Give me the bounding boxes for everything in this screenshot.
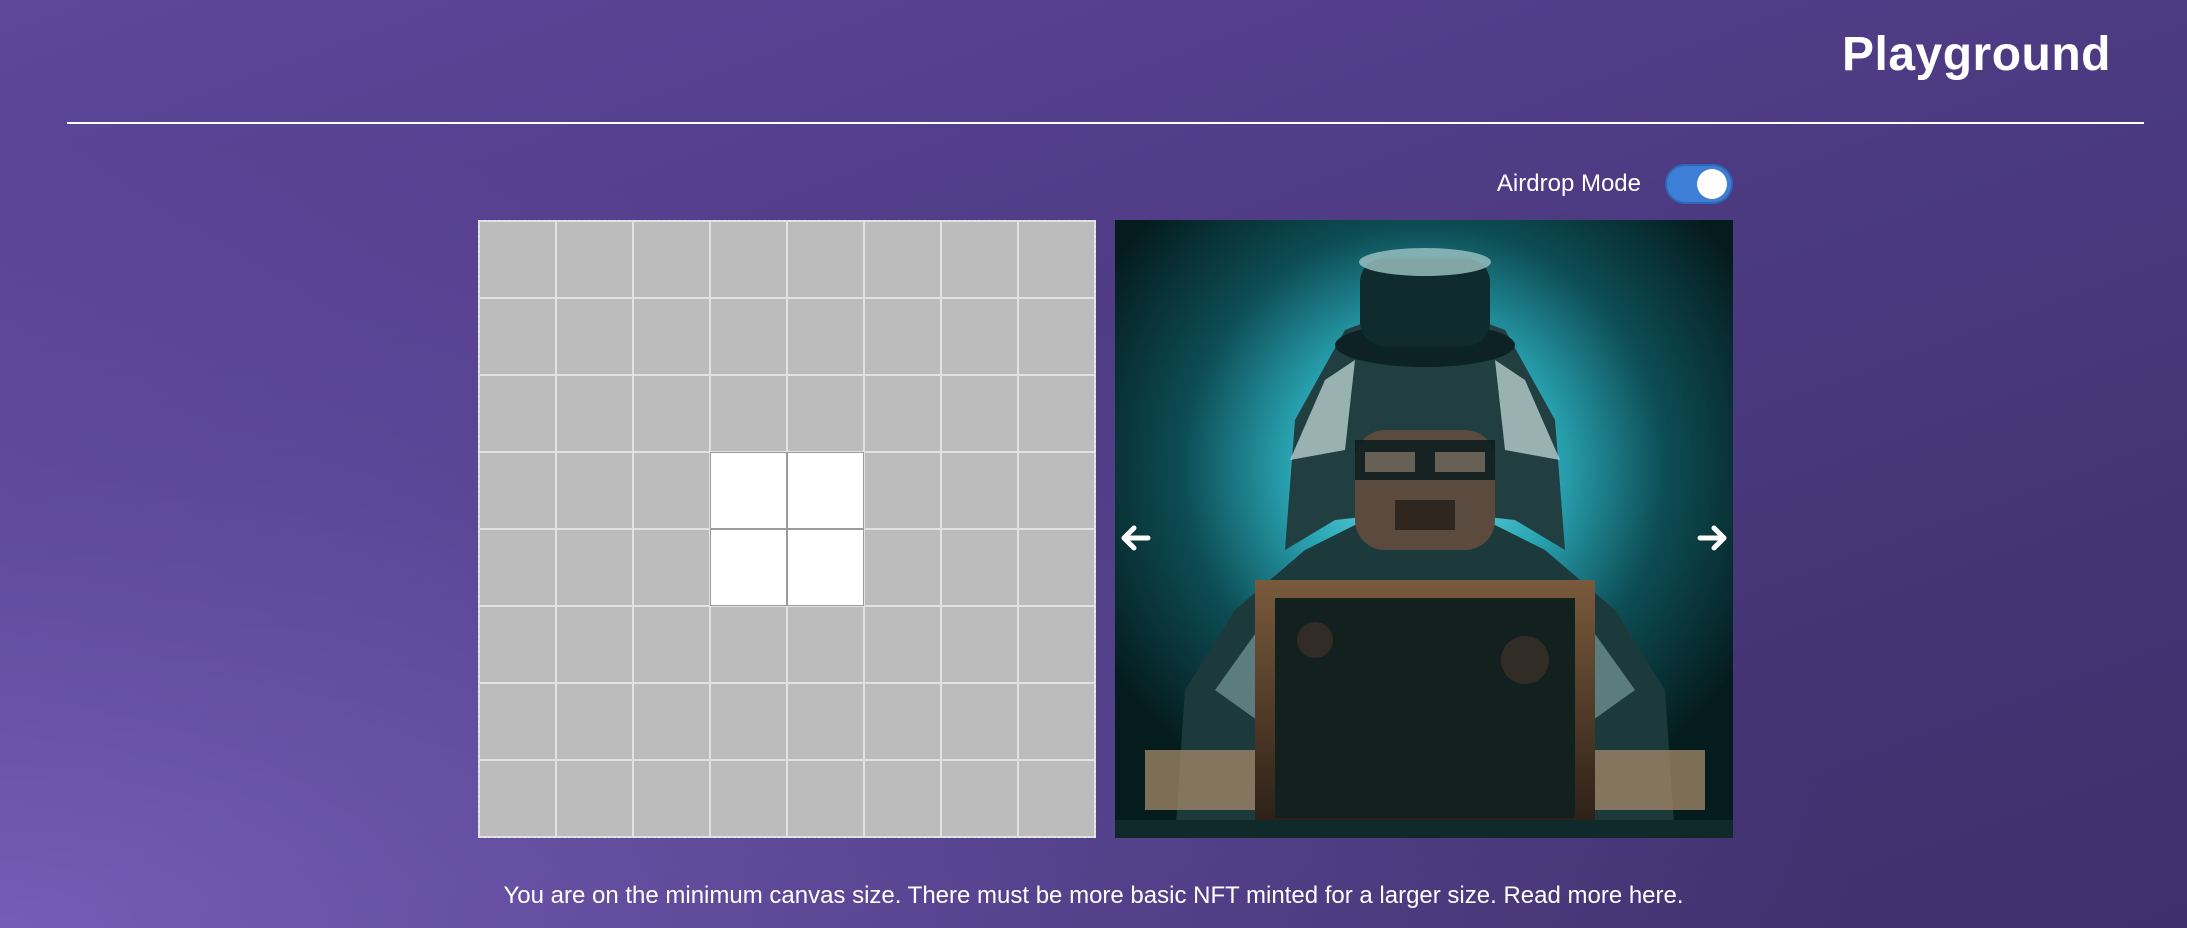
canvas-pixel-cell[interactable] — [710, 606, 787, 683]
canvas-pixel-cell[interactable] — [556, 683, 633, 760]
canvas-pixel-cell[interactable] — [941, 221, 1018, 298]
nft-preview-image — [1115, 220, 1733, 838]
arrow-left-icon — [1121, 525, 1151, 551]
canvas-pixel-cell[interactable] — [787, 683, 864, 760]
canvas-pixel-cell[interactable] — [941, 529, 1018, 606]
canvas-pixel-cell[interactable] — [633, 529, 710, 606]
next-image-button[interactable] — [1692, 518, 1732, 558]
canvas-pixel-cell[interactable] — [633, 221, 710, 298]
canvas-pixel-cell[interactable] — [787, 221, 864, 298]
canvas-pixel-cell[interactable] — [710, 375, 787, 452]
canvas-pixel-cell[interactable] — [556, 375, 633, 452]
canvas-pixel-cell[interactable] — [864, 529, 941, 606]
arrow-right-icon — [1697, 525, 1727, 551]
canvas-pixel-cell[interactable] — [1018, 452, 1095, 529]
canvas-pixel-cell[interactable] — [710, 221, 787, 298]
canvas-pixel-cell[interactable] — [864, 606, 941, 683]
canvas-pixel-cell[interactable] — [479, 452, 556, 529]
canvas-pixel-cell[interactable] — [556, 606, 633, 683]
canvas-pixel-cell[interactable] — [864, 452, 941, 529]
canvas-pixel-cell[interactable] — [787, 760, 864, 837]
canvas-pixel-cell[interactable] — [787, 529, 864, 606]
canvas-pixel-cell[interactable] — [1018, 375, 1095, 452]
canvas-size-note: You are on the minimum canvas size. Ther… — [503, 882, 1684, 909]
header-divider — [67, 122, 2144, 124]
canvas-pixel-cell[interactable] — [1018, 529, 1095, 606]
canvas-pixel-cell[interactable] — [864, 375, 941, 452]
canvas-pixel-cell[interactable] — [633, 683, 710, 760]
canvas-pixel-cell[interactable] — [864, 221, 941, 298]
toggle-knob — [1697, 169, 1727, 199]
canvas-pixel-cell[interactable] — [1018, 221, 1095, 298]
canvas-pixel-cell[interactable] — [1018, 606, 1095, 683]
airdrop-mode-label: Airdrop Mode — [1496, 170, 1641, 197]
canvas-pixel-cell[interactable] — [479, 760, 556, 837]
canvas-pixel-cell[interactable] — [941, 606, 1018, 683]
canvas-pixel-cell[interactable] — [710, 529, 787, 606]
canvas-pixel-cell[interactable] — [710, 760, 787, 837]
canvas-pixel-cell[interactable] — [556, 298, 633, 375]
canvas-pixel-cell[interactable] — [710, 298, 787, 375]
canvas-pixel-cell[interactable] — [556, 529, 633, 606]
canvas-pixel-cell[interactable] — [864, 298, 941, 375]
canvas-pixel-cell[interactable] — [710, 452, 787, 529]
canvas-pixel-cell[interactable] — [1018, 683, 1095, 760]
canvas-pixel-cell[interactable] — [479, 221, 556, 298]
canvas-pixel-cell[interactable] — [787, 375, 864, 452]
canvas-pixel-cell[interactable] — [479, 606, 556, 683]
pixel-canvas-grid[interactable] — [478, 220, 1096, 838]
previous-image-button[interactable] — [1116, 518, 1156, 558]
canvas-pixel-cell[interactable] — [864, 683, 941, 760]
airdrop-mode-toggle[interactable] — [1665, 164, 1733, 204]
canvas-pixel-cell[interactable] — [479, 298, 556, 375]
canvas-pixel-cell[interactable] — [633, 452, 710, 529]
page-title: Playground — [1841, 28, 2111, 81]
canvas-pixel-cell[interactable] — [864, 760, 941, 837]
nft-preview-art — [1115, 220, 1733, 838]
canvas-pixel-cell[interactable] — [941, 298, 1018, 375]
canvas-pixel-cell[interactable] — [941, 760, 1018, 837]
canvas-pixel-cell[interactable] — [941, 375, 1018, 452]
canvas-pixel-cell[interactable] — [710, 683, 787, 760]
canvas-pixel-cell[interactable] — [479, 683, 556, 760]
canvas-pixel-cell[interactable] — [633, 298, 710, 375]
canvas-pixel-cell[interactable] — [787, 606, 864, 683]
canvas-pixel-cell[interactable] — [556, 760, 633, 837]
canvas-pixel-cell[interactable] — [941, 452, 1018, 529]
canvas-pixel-cell[interactable] — [787, 298, 864, 375]
canvas-pixel-cell[interactable] — [479, 375, 556, 452]
canvas-pixel-cell[interactable] — [787, 452, 864, 529]
canvas-pixel-cell[interactable] — [1018, 760, 1095, 837]
canvas-pixel-cell[interactable] — [633, 760, 710, 837]
canvas-pixel-cell[interactable] — [479, 529, 556, 606]
canvas-pixel-cell[interactable] — [556, 221, 633, 298]
canvas-pixel-cell[interactable] — [941, 683, 1018, 760]
canvas-pixel-cell[interactable] — [633, 375, 710, 452]
canvas-pixel-cell[interactable] — [1018, 298, 1095, 375]
canvas-pixel-cell[interactable] — [556, 452, 633, 529]
airdrop-mode-control: Airdrop Mode — [1497, 164, 1733, 204]
canvas-pixel-cell[interactable] — [633, 606, 710, 683]
